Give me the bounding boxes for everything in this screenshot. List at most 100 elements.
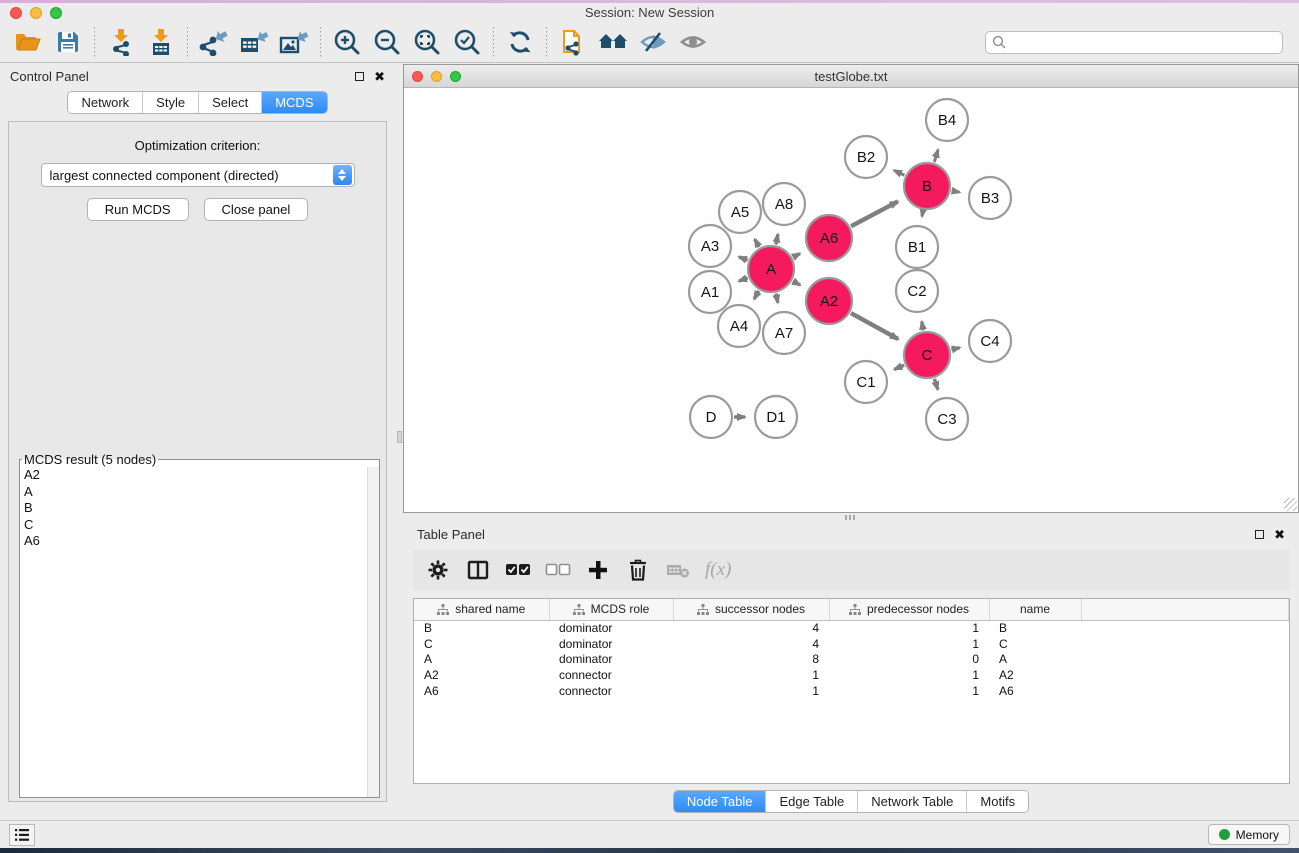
graph-edge-B-B2[interactable] <box>894 170 904 175</box>
graph-edge-A-A2[interactable] <box>793 281 800 285</box>
table-cell[interactable]: B <box>414 620 549 636</box>
table-cell[interactable]: A2 <box>989 667 1081 683</box>
table-row[interactable]: Adominator80A <box>414 651 1289 667</box>
column-header-name[interactable]: name <box>989 599 1081 620</box>
gear-icon[interactable] <box>425 557 451 583</box>
graph-node-A6[interactable]: A6 <box>806 215 852 261</box>
open-file-icon[interactable] <box>8 25 48 59</box>
graph-node-A[interactable]: A <box>748 246 794 292</box>
table-cell[interactable]: connector <box>549 683 673 699</box>
split-column-icon[interactable] <box>465 557 491 583</box>
tab-network[interactable]: Network <box>68 92 142 113</box>
close-panel-button[interactable]: Close panel <box>204 198 309 221</box>
graph-node-C4[interactable]: C4 <box>969 320 1011 362</box>
table-cell[interactable]: 4 <box>673 636 829 652</box>
graph-node-C2[interactable]: C2 <box>896 270 938 312</box>
zoom-in-icon[interactable] <box>327 25 367 59</box>
new-network-from-selection-icon[interactable] <box>553 25 593 59</box>
table-cell[interactable]: dominator <box>549 651 673 667</box>
table-cell[interactable]: 1 <box>829 620 989 636</box>
table-cell[interactable]: 0 <box>829 651 989 667</box>
graph-node-B2[interactable]: B2 <box>845 136 887 178</box>
float-table-panel-icon[interactable] <box>1255 530 1264 539</box>
tab-motifs[interactable]: Motifs <box>966 791 1028 812</box>
zoom-fit-icon[interactable] <box>407 25 447 59</box>
table-cell[interactable]: 1 <box>829 636 989 652</box>
memory-button[interactable]: Memory <box>1208 824 1290 845</box>
table-cell[interactable]: C <box>989 636 1081 652</box>
clear-checkboxes-icon[interactable] <box>545 557 571 583</box>
graph-node-A1[interactable]: A1 <box>689 271 731 313</box>
graph-node-A8[interactable]: A8 <box>763 183 805 225</box>
graph-edge-A-A5[interactable] <box>755 239 759 247</box>
import-table-icon[interactable] <box>141 25 181 59</box>
resize-grip[interactable] <box>1284 498 1297 511</box>
zoom-selected-icon[interactable] <box>447 25 487 59</box>
graph-node-A7[interactable]: A7 <box>763 312 805 354</box>
table-cell[interactable]: A2 <box>414 667 549 683</box>
table-cell[interactable]: dominator <box>549 636 673 652</box>
table-cell[interactable]: 1 <box>829 683 989 699</box>
export-image-icon[interactable] <box>274 25 314 59</box>
table-cell[interactable]: C <box>414 636 549 652</box>
graph-edge-A2-C[interactable] <box>851 313 898 339</box>
graph-edge-A6-B[interactable] <box>851 201 898 226</box>
table-row[interactable]: A2connector11A2 <box>414 667 1289 683</box>
column-header-successor-nodes[interactable]: successor nodes <box>673 599 829 620</box>
graph-node-C1[interactable]: C1 <box>845 361 887 403</box>
graph-node-B[interactable]: B <box>904 163 950 209</box>
table-cell[interactable]: 1 <box>673 683 829 699</box>
graph-node-B1[interactable]: B1 <box>896 226 938 268</box>
network-window-titlebar[interactable]: testGlobe.txt <box>404 65 1298 88</box>
table-cell[interactable]: dominator <box>549 620 673 636</box>
scrollbar-track[interactable] <box>367 467 379 797</box>
home-reset-icon[interactable] <box>593 25 633 59</box>
column-header-MCDS-role[interactable]: MCDS role <box>549 599 673 620</box>
close-panel-icon[interactable]: ✖ <box>374 70 385 83</box>
graph-edge-C-C3[interactable] <box>934 379 937 390</box>
graph-edge-B-B1[interactable] <box>922 211 923 217</box>
graph-edge-B-B4[interactable] <box>934 150 938 162</box>
graph-edge-A-A3[interactable] <box>739 257 748 260</box>
table-row[interactable]: Cdominator41C <box>414 636 1289 652</box>
table-cell[interactable]: connector <box>549 667 673 683</box>
close-table-panel-icon[interactable]: ✖ <box>1274 528 1285 541</box>
zoom-out-icon[interactable] <box>367 25 407 59</box>
tab-network-table[interactable]: Network Table <box>857 791 966 812</box>
table-cell[interactable]: A <box>414 651 549 667</box>
table-cell[interactable]: 8 <box>673 651 829 667</box>
graph-node-C[interactable]: C <box>904 332 950 378</box>
table-cell[interactable]: 4 <box>673 620 829 636</box>
mcds-result-item[interactable]: A <box>20 484 379 501</box>
tab-select[interactable]: Select <box>198 92 261 113</box>
export-network-icon[interactable] <box>194 25 234 59</box>
table-cell[interactable]: A <box>989 651 1081 667</box>
tab-mcds[interactable]: MCDS <box>261 92 326 113</box>
mcds-result-item[interactable]: A2 <box>20 467 379 484</box>
graph-edge-A-A4[interactable] <box>754 291 759 299</box>
run-mcds-button[interactable]: Run MCDS <box>87 198 189 221</box>
task-history-button[interactable] <box>9 824 35 846</box>
graph-node-D[interactable]: D <box>690 396 732 438</box>
mcds-result-item[interactable]: C <box>20 517 379 534</box>
graph-edge-C-C2[interactable] <box>922 322 923 331</box>
select-all-checkboxes-icon[interactable] <box>505 557 531 583</box>
horizontal-splitter-handle[interactable] <box>845 515 855 520</box>
table-cell[interactable]: 1 <box>673 667 829 683</box>
tab-edge-table[interactable]: Edge Table <box>765 791 857 812</box>
tab-node-table[interactable]: Node Table <box>674 791 766 812</box>
graph-edge-A-A7[interactable] <box>776 293 778 302</box>
float-panel-icon[interactable] <box>355 72 364 81</box>
search-input[interactable] <box>1010 35 1276 49</box>
graph-node-C3[interactable]: C3 <box>926 398 968 440</box>
criterion-dropdown[interactable]: largest connected component (directed) <box>41 163 355 187</box>
tab-style[interactable]: Style <box>142 92 198 113</box>
import-network-icon[interactable] <box>101 25 141 59</box>
table-row[interactable]: Bdominator41B <box>414 620 1289 636</box>
graph-node-B3[interactable]: B3 <box>969 177 1011 219</box>
graph-edge-A-A1[interactable] <box>739 278 748 281</box>
column-header-predecessor-nodes[interactable]: predecessor nodes <box>829 599 989 620</box>
mcds-result-item[interactable]: B <box>20 500 379 517</box>
vertical-splitter-handle[interactable] <box>397 431 402 443</box>
graph-edge-A-A6[interactable] <box>793 254 800 258</box>
